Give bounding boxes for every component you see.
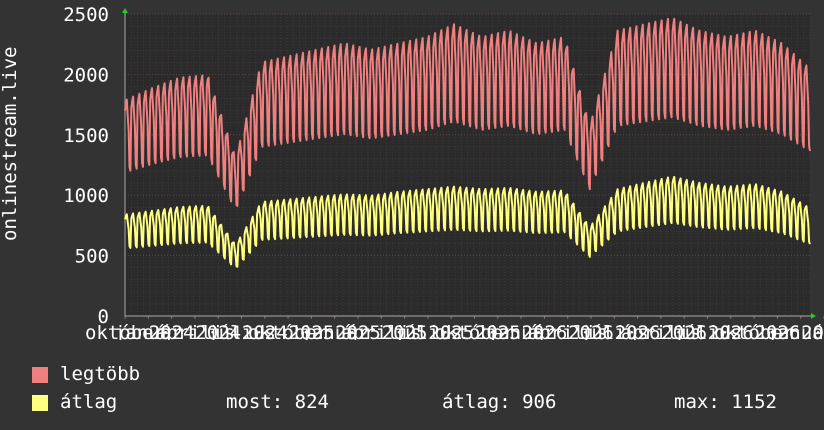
y-tick-label: 1500 bbox=[63, 125, 109, 147]
y-tick-label: 2500 bbox=[63, 4, 109, 26]
stat-max: max: 1152 bbox=[674, 391, 777, 413]
stat-most: most: 824 bbox=[226, 391, 329, 413]
stat-atlag: átlag: 906 bbox=[442, 391, 557, 413]
x-axis-arrow bbox=[811, 313, 816, 319]
y-axis-label: onlinestream.live bbox=[0, 46, 21, 241]
legend-label: legtöbb bbox=[60, 363, 141, 385]
legend-swatch bbox=[32, 367, 48, 383]
y-tick-label: 500 bbox=[75, 246, 109, 268]
y-tick-label: 1000 bbox=[63, 185, 109, 207]
legend-swatch bbox=[32, 395, 48, 411]
y-axis-arrow bbox=[122, 8, 128, 13]
line-chart: 05001000150020002500októberjanuár2024 áp… bbox=[63, 4, 824, 340]
y-tick-label: 2000 bbox=[63, 64, 109, 86]
x-tick-label: 2027 bbox=[801, 322, 824, 340]
legend-label: átlag bbox=[60, 391, 118, 413]
